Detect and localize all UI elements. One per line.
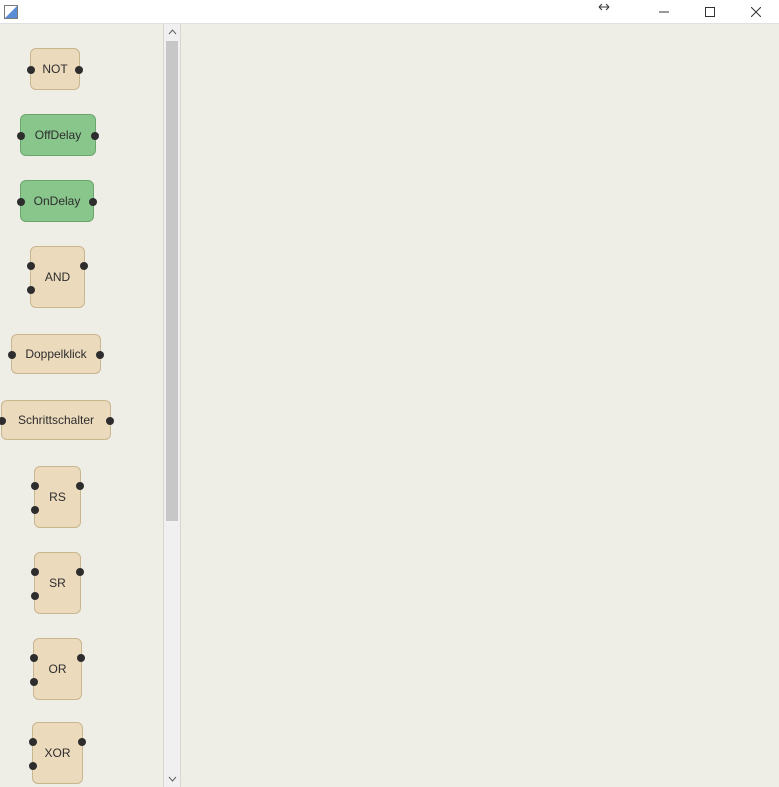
block-label: NOT (42, 62, 67, 76)
output-port[interactable] (77, 654, 85, 662)
scrollbar-thumb[interactable] (166, 41, 178, 521)
client-area: NOT OffDelay OnDelay AND Doppelklick Schritts… (0, 24, 779, 787)
titlebar-left (0, 5, 24, 19)
titlebar (0, 0, 779, 24)
input-port[interactable] (31, 482, 39, 490)
palette-block-xor[interactable]: XOR (32, 722, 83, 784)
output-port[interactable] (91, 132, 99, 140)
palette-block-offdelay[interactable]: OffDelay (20, 114, 96, 156)
maximize-button[interactable] (687, 0, 733, 24)
output-port[interactable] (75, 66, 83, 74)
close-button[interactable] (733, 0, 779, 24)
block-label: OffDelay (35, 128, 81, 142)
window-controls (641, 0, 779, 23)
block-label: AND (45, 270, 70, 284)
input-port[interactable] (27, 66, 35, 74)
input-port[interactable] (17, 198, 25, 206)
input-port[interactable] (29, 738, 37, 746)
input-port[interactable] (8, 351, 16, 359)
output-port[interactable] (89, 198, 97, 206)
input-port[interactable] (0, 417, 6, 425)
input-port[interactable] (30, 678, 38, 686)
input-port[interactable] (27, 286, 35, 294)
app-icon (4, 5, 18, 19)
input-port[interactable] (30, 654, 38, 662)
scrollbar-down-button[interactable] (164, 770, 181, 787)
output-port[interactable] (106, 417, 114, 425)
output-port[interactable] (80, 262, 88, 270)
block-label: Doppelklick (25, 347, 86, 361)
output-port[interactable] (76, 568, 84, 576)
scrollbar-track[interactable] (164, 41, 180, 770)
palette-scrollbar[interactable] (164, 24, 181, 787)
palette-block-sr[interactable]: SR (34, 552, 81, 614)
scrollbar-up-button[interactable] (164, 24, 181, 41)
input-port[interactable] (17, 132, 25, 140)
resize-grip-icon[interactable] (598, 2, 610, 15)
input-port[interactable] (29, 762, 37, 770)
editor-canvas[interactable] (181, 24, 779, 787)
palette-block-schrittschalter[interactable]: Schrittschalter (1, 400, 111, 440)
palette-block-rs[interactable]: RS (34, 466, 81, 528)
input-port[interactable] (31, 506, 39, 514)
block-label: OnDelay (34, 194, 81, 208)
input-port[interactable] (27, 262, 35, 270)
output-port[interactable] (76, 482, 84, 490)
palette-block-not[interactable]: NOT (30, 48, 80, 90)
output-port[interactable] (96, 351, 104, 359)
output-port[interactable] (78, 738, 86, 746)
block-label: Schrittschalter (18, 413, 94, 427)
palette-block-or[interactable]: OR (33, 638, 82, 700)
palette-block-and[interactable]: AND (30, 246, 85, 308)
palette-block-ondelay[interactable]: OnDelay (20, 180, 94, 222)
minimize-button[interactable] (641, 0, 687, 24)
block-label: RS (49, 490, 66, 504)
block-label: OR (49, 662, 67, 676)
block-label: SR (49, 576, 66, 590)
input-port[interactable] (31, 568, 39, 576)
palette-block-doppelklick[interactable]: Doppelklick (11, 334, 101, 374)
block-palette: NOT OffDelay OnDelay AND Doppelklick Schritts… (0, 24, 164, 787)
block-label: XOR (44, 746, 70, 760)
input-port[interactable] (31, 592, 39, 600)
